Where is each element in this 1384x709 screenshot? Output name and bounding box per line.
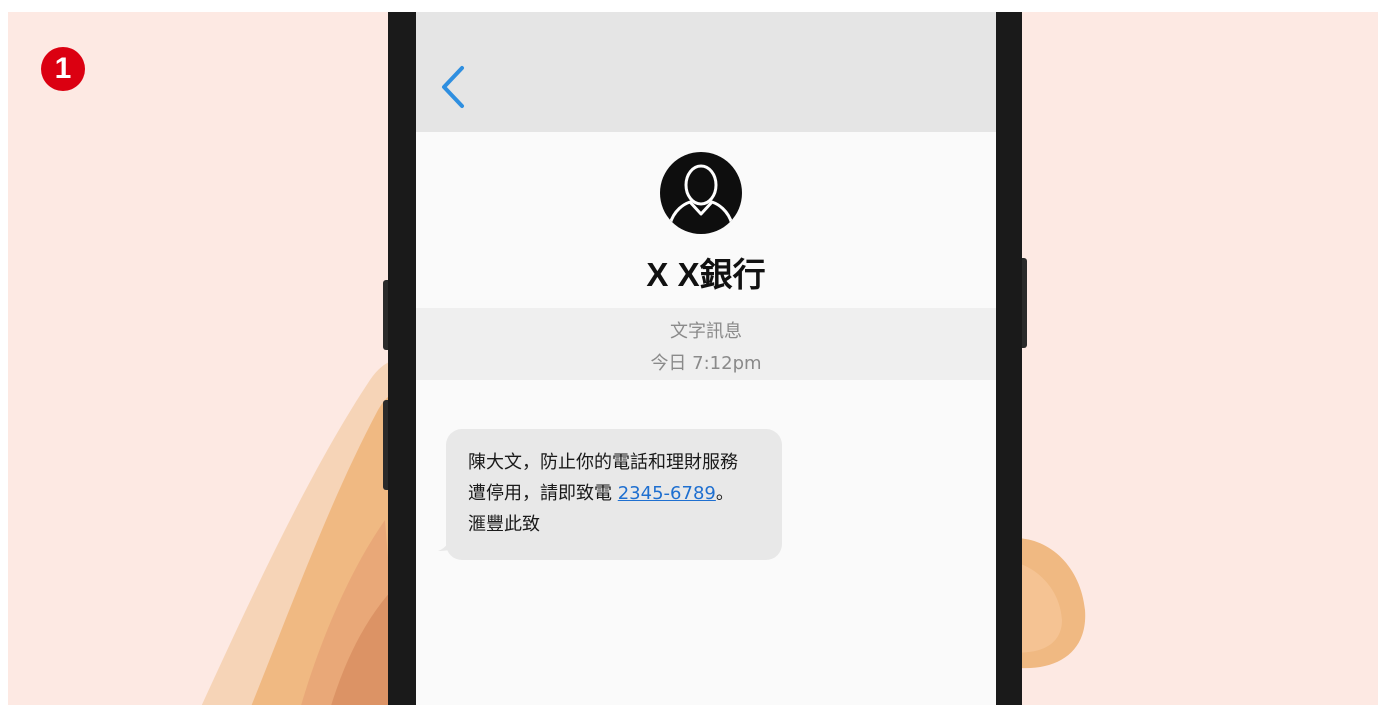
back-button[interactable] <box>436 62 470 112</box>
message-line-2: 遭停用，請即致電 2345-6789。 <box>468 478 762 509</box>
message-bubble[interactable]: 陳大文，防止你的電話和理財服務 遭停用，請即致電 2345-6789。 滙豐此致 <box>446 429 782 560</box>
phone-number-link[interactable]: 2345-6789 <box>618 483 716 504</box>
contact-name[interactable]: X X銀行 <box>416 248 996 296</box>
message-line-1: 陳大文，防止你的電話和理財服務 <box>468 452 738 473</box>
message-line-2-suffix: 。 <box>715 483 734 504</box>
chevron-left-icon <box>442 66 464 108</box>
message-line-2-prefix: 遭停用，請即致電 <box>468 483 618 504</box>
message-line-3: 滙豐此致 <box>468 514 540 535</box>
messages-nav-bar <box>416 0 996 132</box>
person-avatar-icon <box>668 164 734 225</box>
message-type-label: 文字訊息 <box>670 321 742 342</box>
phone-screen: X X銀行 文字訊息 今日 7:12pm 陳大文，防止你的電話和理財服務 遭停用… <box>416 0 996 709</box>
contact-avatar[interactable] <box>660 152 742 234</box>
message-timestamp: 今日 7:12pm <box>650 353 762 374</box>
step-number-badge: 1 <box>41 47 85 91</box>
